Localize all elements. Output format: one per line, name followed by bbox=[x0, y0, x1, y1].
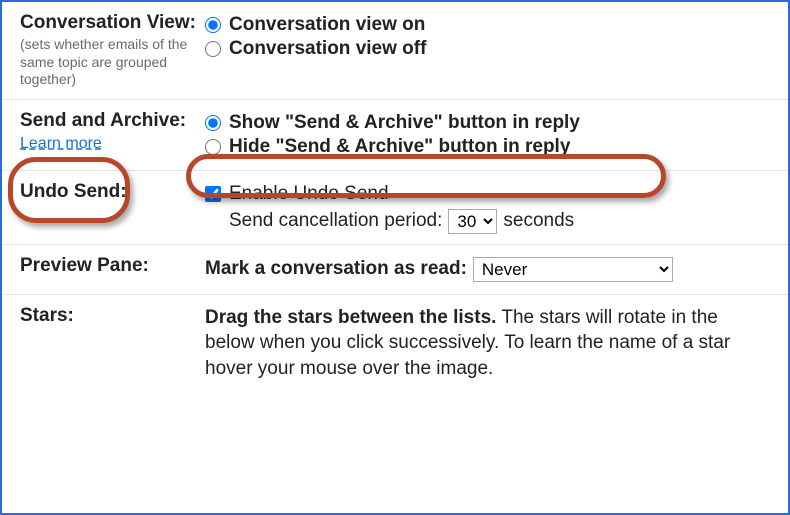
send-archive-learn-more-link[interactable]: Learn more bbox=[20, 135, 102, 152]
conversation-view-on-label: Conversation view on bbox=[229, 14, 425, 36]
undo-send-heading: Undo Send: bbox=[20, 181, 199, 203]
undo-send-options: Enable Undo Send Send cancellation perio… bbox=[205, 181, 770, 234]
send-archive-show-label: Show "Send & Archive" button in reply bbox=[229, 112, 580, 134]
conversation-view-heading: Conversation View: bbox=[20, 12, 199, 34]
undo-send-enable-label: Enable Undo Send bbox=[229, 183, 389, 205]
undo-send-period-line: Send cancellation period: 30 seconds bbox=[229, 209, 770, 234]
stars-label-block: Stars: bbox=[20, 305, 205, 382]
row-undo-send: Undo Send: Enable Undo Send Send cancell… bbox=[2, 171, 788, 245]
send-archive-show-option[interactable]: Show "Send & Archive" button in reply bbox=[205, 112, 770, 134]
conversation-view-options: Conversation view on Conversation view o… bbox=[205, 12, 770, 89]
send-archive-hide-label: Hide "Send & Archive" button in reply bbox=[229, 136, 570, 158]
undo-send-enable-checkbox[interactable] bbox=[205, 186, 221, 202]
stars-heading: Stars: bbox=[20, 305, 199, 327]
preview-pane-mark-label: Mark a conversation as read: bbox=[205, 258, 467, 280]
conversation-view-on-radio[interactable] bbox=[205, 17, 221, 33]
undo-send-period-unit: seconds bbox=[503, 210, 574, 232]
conversation-view-off-option[interactable]: Conversation view off bbox=[205, 38, 770, 60]
stars-text-bold: Drag the stars between the lists. bbox=[205, 307, 496, 328]
stars-text-block: Drag the stars between the lists. The st… bbox=[205, 305, 770, 382]
settings-panel: Conversation View: (sets whether emails … bbox=[0, 0, 790, 515]
row-preview-pane: Preview Pane: Mark a conversation as rea… bbox=[2, 245, 788, 295]
undo-send-period-label: Send cancellation period: bbox=[229, 210, 442, 232]
send-archive-heading: Send and Archive: bbox=[20, 110, 199, 132]
conversation-view-off-label: Conversation view off bbox=[229, 38, 426, 60]
preview-pane-mark-select[interactable]: Never bbox=[473, 257, 673, 282]
undo-send-enable-option[interactable]: Enable Undo Send bbox=[205, 183, 770, 205]
preview-pane-heading: Preview Pane: bbox=[20, 255, 199, 277]
conversation-view-label-block: Conversation View: (sets whether emails … bbox=[20, 12, 205, 89]
send-archive-hide-radio[interactable] bbox=[205, 139, 221, 155]
send-archive-options: Show "Send & Archive" button in reply Hi… bbox=[205, 110, 770, 160]
send-archive-hide-option[interactable]: Hide "Send & Archive" button in reply bbox=[205, 136, 770, 158]
row-stars: Stars: Drag the stars between the lists.… bbox=[2, 295, 788, 392]
preview-pane-options: Mark a conversation as read: Never bbox=[205, 255, 770, 284]
row-conversation-view: Conversation View: (sets whether emails … bbox=[2, 2, 788, 100]
conversation-view-on-option[interactable]: Conversation view on bbox=[205, 14, 770, 36]
undo-send-period-select[interactable]: 30 bbox=[448, 209, 497, 234]
preview-pane-label-block: Preview Pane: bbox=[20, 255, 205, 284]
row-send-archive: Send and Archive: Learn more Show "Send … bbox=[2, 100, 788, 171]
conversation-view-hint: (sets whether emails of the same topic a… bbox=[20, 36, 199, 89]
conversation-view-off-radio[interactable] bbox=[205, 41, 221, 57]
undo-send-label-block: Undo Send: bbox=[20, 181, 205, 234]
preview-pane-mark-line: Mark a conversation as read: Never bbox=[205, 257, 770, 282]
send-archive-show-radio[interactable] bbox=[205, 115, 221, 131]
send-archive-label-block: Send and Archive: Learn more bbox=[20, 110, 205, 160]
